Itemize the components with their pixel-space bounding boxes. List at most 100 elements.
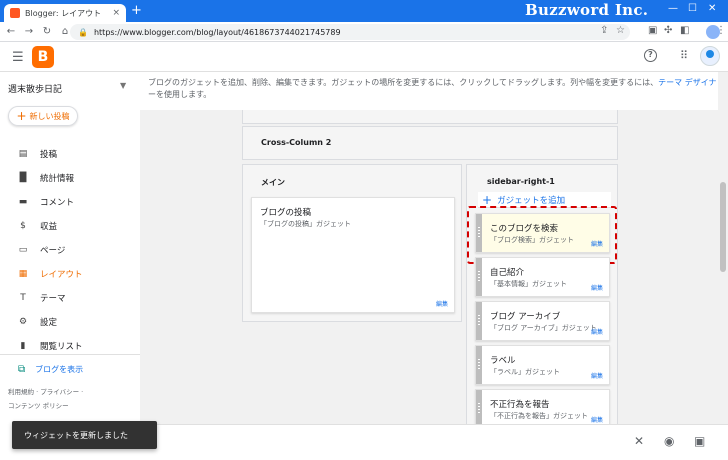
layout-icon: ▦ [18,269,28,279]
toast-message: ウィジェットを更新しました [12,421,157,449]
hamburger-menu-icon[interactable]: ☰ [12,50,24,65]
save-icon[interactable]: ▣ [694,434,705,448]
sidebar-item-label: ページ [40,246,66,256]
profile-gadget[interactable]: 自己紹介 「基本情報」ガジェット 編集 [475,257,610,297]
gadget-subtitle: 「基本情報」ガジェット [490,280,567,288]
lock-icon: 🔒 [78,27,88,37]
brand-watermark: Buzzword Inc. [525,1,649,19]
report-abuse-gadget[interactable]: 不正行為を報告 「不正行為を報告」ガジェット 編集 [475,389,610,424]
gadget-title: ブログ アーカイブ [490,312,561,322]
sidebar-item-label: 閲覧リスト [40,342,83,352]
forward-icon[interactable]: → [22,26,36,37]
sidebar-item-label: テーマ [40,294,66,304]
scrollbar[interactable] [718,72,728,424]
star-icon[interactable]: ☆ [616,25,625,36]
blog-posts-gadget[interactable]: ブログの投稿 「ブログの投稿」ガジェット 編集 [251,197,455,313]
gadget-subtitle: 「ブログ アーカイブ」ガジェット [490,324,597,332]
close-icon[interactable]: ✕ [634,434,644,448]
gadget-subtitle: 「ブログの投稿」ガジェット [260,220,351,228]
theme-icon: T [20,293,26,303]
drag-handle[interactable] [476,390,482,424]
section-title: メイン [261,178,285,187]
new-tab-button[interactable]: + [131,4,142,18]
dollar-icon: $ [20,221,26,231]
footer-links-line2[interactable]: コンテンツ ポリシー [8,399,128,413]
browser-profile-icon[interactable] [706,25,720,39]
sidebar-item-theme[interactable]: T テーマ [0,286,140,310]
tab-strip: Blogger: レイアウト × + Buzzword Inc. — ☐ ✕ [0,0,728,22]
edit-link[interactable]: 編集 [591,283,603,292]
edit-link[interactable]: 編集 [591,327,603,336]
apps-grid-icon[interactable]: ⠿ [680,49,688,62]
layout-editor: ブログのガジェットを追加、削除、編集できます。ガジェットの場所を変更するには、ク… [140,72,728,424]
url-field[interactable]: 🔒 https://www.blogger.com/blog/layout/46… [70,24,630,40]
puzzle-icon[interactable]: ✣ [664,25,672,36]
browser-window: Blogger: レイアウト × + Buzzword Inc. — ☐ ✕ ←… [0,0,728,460]
footer-links: 利用規約 · プライバシー · コンテンツ ポリシー [8,385,128,413]
sidebar-item-stats[interactable]: ▐▌ 統計情報 [0,166,140,190]
posts-icon: ▤ [18,149,28,159]
section-title: Cross-Column 2 [261,138,332,147]
scrollbar-thumb[interactable] [720,182,726,272]
browser-tab[interactable]: Blogger: レイアウト × [4,4,126,22]
sidebar-item-pages[interactable]: ▭ ページ [0,238,140,262]
gadget-title: ブログの投稿 [260,208,312,218]
drag-handle[interactable] [476,258,482,296]
blogger-logo[interactable]: B [32,46,54,68]
sidebar-item-label: コメント [40,198,75,208]
share-icon[interactable]: ⇪ [600,25,608,36]
tab-close-icon[interactable]: × [112,8,120,18]
drag-handle[interactable] [476,302,482,340]
comment-icon: ▬ [18,197,28,207]
sidebar-item-layout[interactable]: ▦ レイアウト [0,262,140,286]
blog-archive-gadget[interactable]: ブログ アーカイブ 「ブログ アーカイブ」ガジェット 編集 [475,301,610,341]
sidebar-item-earnings[interactable]: $ 収益 [0,214,140,238]
theme-designer-link[interactable]: テーマ デザイナ [658,78,716,87]
bottom-action-bar: ✕ ◉ ▣ [140,424,728,460]
view-blog-label: ブログを表示 [35,365,84,374]
sidebar-item-comments[interactable]: ▬ コメント [0,190,140,214]
blogger-favicon-icon [10,8,20,18]
blog-selector[interactable]: 週末散歩日記 [8,82,62,95]
address-bar: ← → ↻ ⌂ 🔒 https://www.blogger.com/blog/l… [0,22,728,42]
sidebar-item-label: レイアウト [40,270,83,280]
gear-icon: ⚙ [18,317,28,327]
gadget-title: 自己紹介 [490,268,525,278]
gadget-subtitle: 「ラベル」ガジェット [490,368,560,376]
edit-link[interactable]: 編集 [436,299,448,308]
new-post-button[interactable]: + 新しい投稿 [8,106,78,126]
new-post-label: 新しい投稿 [29,111,70,121]
maximize-icon[interactable]: ☐ [688,3,697,14]
back-icon[interactable]: ← [4,26,18,37]
edit-link[interactable]: 編集 [591,415,603,424]
main-column-section: メイン ブログの投稿 「ブログの投稿」ガジェット 編集 [242,164,462,322]
sidepanel-icon[interactable]: ◧ [680,25,689,36]
drag-handle[interactable] [476,346,482,384]
footer-links-line1[interactable]: 利用規約 · プライバシー · [8,385,128,399]
sidebar-item-settings[interactable]: ⚙ 設定 [0,310,140,334]
sidebar-menu: ▤ 投稿 ▐▌ 統計情報 ▬ コメント $ 収益 ▭ ページ ▦ レイアウト T テーマ ⚙ 設… [0,142,140,358]
help-icon[interactable]: ? [644,49,657,62]
view-blog-link[interactable]: ⧉ ブログを表示 [18,364,83,375]
edit-link[interactable]: 編集 [591,371,603,380]
section-title: sidebar-right-1 [487,177,555,186]
close-window-icon[interactable]: ✕ [708,3,716,14]
sidebar: 週末散歩日記 ▼ + 新しい投稿 ▤ 投稿 ▐▌ 統計情報 ▬ コメント $ 収益 ▭ ペ… [0,72,140,460]
labels-gadget[interactable]: ラベル 「ラベル」ガジェット 編集 [475,345,610,385]
top-section [242,110,618,124]
plus-icon: + [482,192,493,207]
preview-eye-icon[interactable]: ◉ [664,434,674,448]
cross-column-2-section: Cross-Column 2 [242,126,618,160]
extension-icon[interactable]: ▣ [648,25,657,36]
chevron-down-icon[interactable]: ▼ [120,81,126,90]
avatar[interactable] [700,46,720,66]
selection-highlight [467,206,617,264]
sidebar-item-label: 投稿 [40,150,58,160]
open-external-icon: ⧉ [18,364,26,375]
layout-info-text: ブログのガジェットを追加、削除、編集できます。ガジェットの場所を変更するには、ク… [140,72,728,110]
sidebar-item-posts[interactable]: ▤ 投稿 [0,142,140,166]
reload-icon[interactable]: ↻ [40,26,54,37]
sidebar-divider [0,354,140,355]
sidebar-item-label: 統計情報 [40,174,75,184]
minimize-icon[interactable]: — [668,3,678,14]
